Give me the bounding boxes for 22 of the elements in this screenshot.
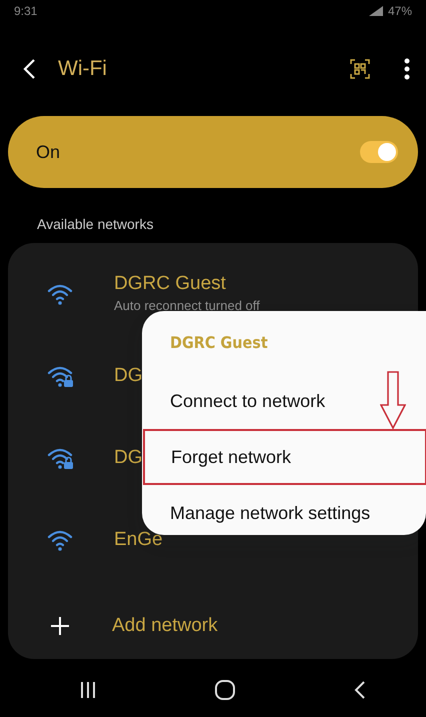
recent-apps-icon[interactable] (80, 681, 96, 699)
annotation-arrow (380, 371, 406, 429)
menu-title: DGRC Guest (169, 332, 269, 354)
menu-item[interactable]: Forget network (143, 429, 426, 485)
add-network-link[interactable]: Add network (112, 614, 218, 638)
battery-level: 47% (388, 3, 412, 20)
network-status: Auto reconnect turned off (114, 296, 260, 315)
back-icon[interactable] (354, 680, 366, 700)
add-icon[interactable] (50, 616, 70, 636)
signal-icon (368, 5, 384, 17)
status-time: 9:31 (14, 3, 38, 20)
network-name[interactable]: DG (114, 446, 142, 470)
section-header: Available networks (36, 215, 154, 234)
screen-title: Wi-Fi (58, 56, 107, 82)
qr-code-icon[interactable] (350, 59, 370, 79)
network-name[interactable]: DG (114, 364, 142, 388)
more-options-icon[interactable] (404, 58, 410, 80)
toggle-switch[interactable] (360, 141, 398, 163)
switch-label: On (36, 140, 60, 164)
home-icon[interactable] (214, 679, 236, 701)
menu-item[interactable]: Connect to network (142, 373, 426, 429)
network-name[interactable]: DGRC Guest (114, 272, 260, 296)
